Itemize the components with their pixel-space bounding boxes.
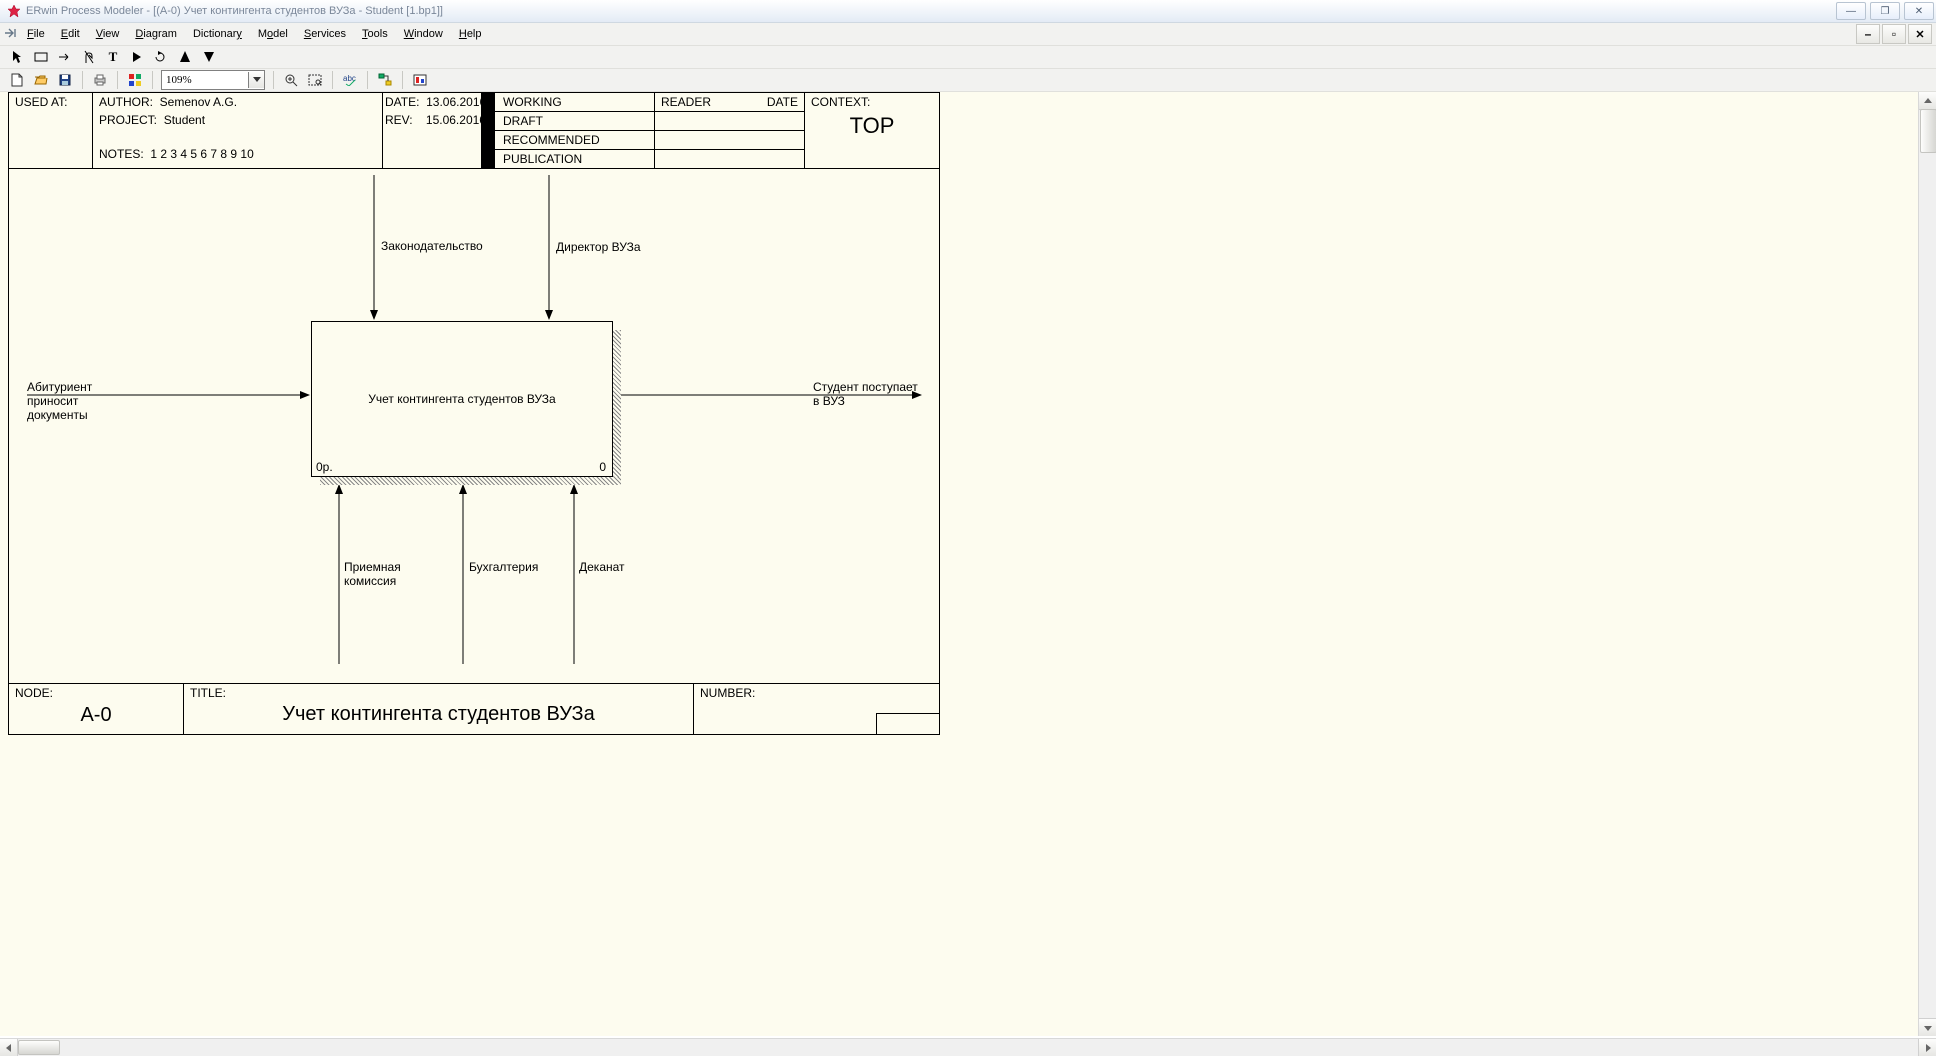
spellcheck-icon[interactable]: abc [341,72,359,88]
used-at-cell: USED AT: [9,93,93,168]
doc-close-button[interactable]: ✕ [1908,24,1932,44]
diagram-footer: NODE: A-0 TITLE: Учет контингента студен… [9,683,939,734]
pointer-tool[interactable] [8,49,26,65]
activity-number: 0 [599,460,606,474]
activity-box[interactable]: Учет контингента студентов ВУЗа 0р. 0 [311,321,613,477]
menu-services[interactable]: Services [297,26,353,42]
menu-anchor-icon [4,27,18,42]
maximize-button[interactable]: ❐ [1870,2,1900,20]
control-1-label: Законодательство [381,239,483,253]
mech-1-label: Приемная комиссия [344,560,401,588]
menu-diagram[interactable]: Diagram [128,26,184,42]
menu-help[interactable]: Help [452,26,489,42]
menu-model[interactable]: Model [251,26,295,42]
workspace: USED AT: AUTHOR: Semenov A.G. PROJECT: S… [0,92,1936,1036]
doc-restore-button[interactable]: ▫ [1882,24,1906,44]
box-shadow [613,330,621,485]
diagram-frame: USED AT: AUTHOR: Semenov A.G. PROJECT: S… [8,92,940,735]
control-2-label: Директор ВУЗа [556,240,641,254]
undo-redo-icon[interactable] [152,49,170,65]
open-icon[interactable] [32,72,50,88]
arrow-tool[interactable] [56,49,74,65]
number-cell: NUMBER: [694,684,939,734]
zoom-fit-icon[interactable] [306,72,324,88]
titlebar: ERwin Process Modeler - [(A-0) Учет конт… [0,0,1936,23]
new-icon[interactable] [8,72,26,88]
diagram-canvas[interactable]: USED AT: AUTHOR: Semenov A.G. PROJECT: S… [0,92,1936,1036]
mech-2-label: Бухгалтерия [469,560,538,574]
toolbar-standard: abc [0,69,1936,92]
menu-edit[interactable]: Edit [54,26,87,42]
zoom-input[interactable] [162,73,248,87]
scroll-h-thumb[interactable] [18,1040,60,1055]
scroll-left-button[interactable] [0,1039,18,1056]
text-tool[interactable]: T [104,49,122,65]
box-shadow [320,477,621,485]
play-small-icon[interactable] [128,49,146,65]
vertical-scrollbar[interactable] [1918,92,1936,1036]
diagram-header: USED AT: AUTHOR: Semenov A.G. PROJECT: S… [9,93,939,169]
horizontal-scrollbar[interactable] [0,1038,1936,1056]
notes-cell: NOTES: 1 2 3 4 5 6 7 8 9 10 [99,147,376,161]
mech-3-label: Деканат [579,560,625,574]
model-nav-icon[interactable] [376,72,394,88]
zoom-dropdown-button[interactable] [248,72,264,88]
doc-minimize-button[interactable]: – [1856,24,1880,44]
scroll-right-button[interactable] [1918,1039,1936,1056]
zoom-combo[interactable] [161,70,265,90]
app-icon [6,3,22,19]
toolbar-tools: T [0,46,1936,69]
play-icon[interactable] [176,49,194,65]
close-button[interactable]: ✕ [1904,2,1934,20]
palette-icon[interactable] [126,72,144,88]
squiggle-tool[interactable] [80,49,98,65]
menu-file[interactable]: File [20,26,52,42]
print-icon[interactable] [91,72,109,88]
triangle-down-icon[interactable] [200,49,218,65]
window-title: ERwin Process Modeler - [(A-0) Учет конт… [26,5,443,17]
menubar: File Edit View Diagram Dictionary Model … [0,23,1936,46]
title-cell: TITLE: Учет контингента студентов ВУЗа [184,684,694,734]
save-icon[interactable] [56,72,74,88]
date-rev-cell: DATE: 13.06.2016 REV: 15.06.2016 [383,93,481,168]
output-label: Студент поступает в ВУЗ [813,380,918,408]
report-icon[interactable] [411,72,429,88]
minimize-button[interactable]: — [1836,2,1866,20]
author-cell: AUTHOR: Semenov A.G. PROJECT: Student NO… [93,93,383,168]
scroll-up-button[interactable] [1919,92,1936,110]
zoom-in-icon[interactable] [282,72,300,88]
menu-view[interactable]: View [89,26,127,42]
input-label: Абитуриент приносит документы [27,380,92,422]
activity-cost: 0р. [316,460,333,474]
scroll-v-thumb[interactable] [1920,109,1936,153]
reader-cell: READERDATE [655,93,805,168]
scroll-down-button[interactable] [1919,1018,1936,1036]
menu-dictionary[interactable]: Dictionary [186,26,249,42]
status-cell: WORKING DRAFT RECOMMENDED PUBLICATION [495,93,655,168]
activity-name: Учет контингента студентов ВУЗа [312,392,612,406]
box-tool[interactable] [32,49,50,65]
menu-window[interactable]: Window [397,26,450,42]
status-marker [481,93,495,168]
node-cell: NODE: A-0 [9,684,184,734]
menu-tools[interactable]: Tools [355,26,395,42]
diagram-body: Учет контингента студентов ВУЗа 0р. 0 Аб… [9,169,939,683]
context-cell: CONTEXT: TOP [805,93,939,168]
page-box [876,713,940,735]
